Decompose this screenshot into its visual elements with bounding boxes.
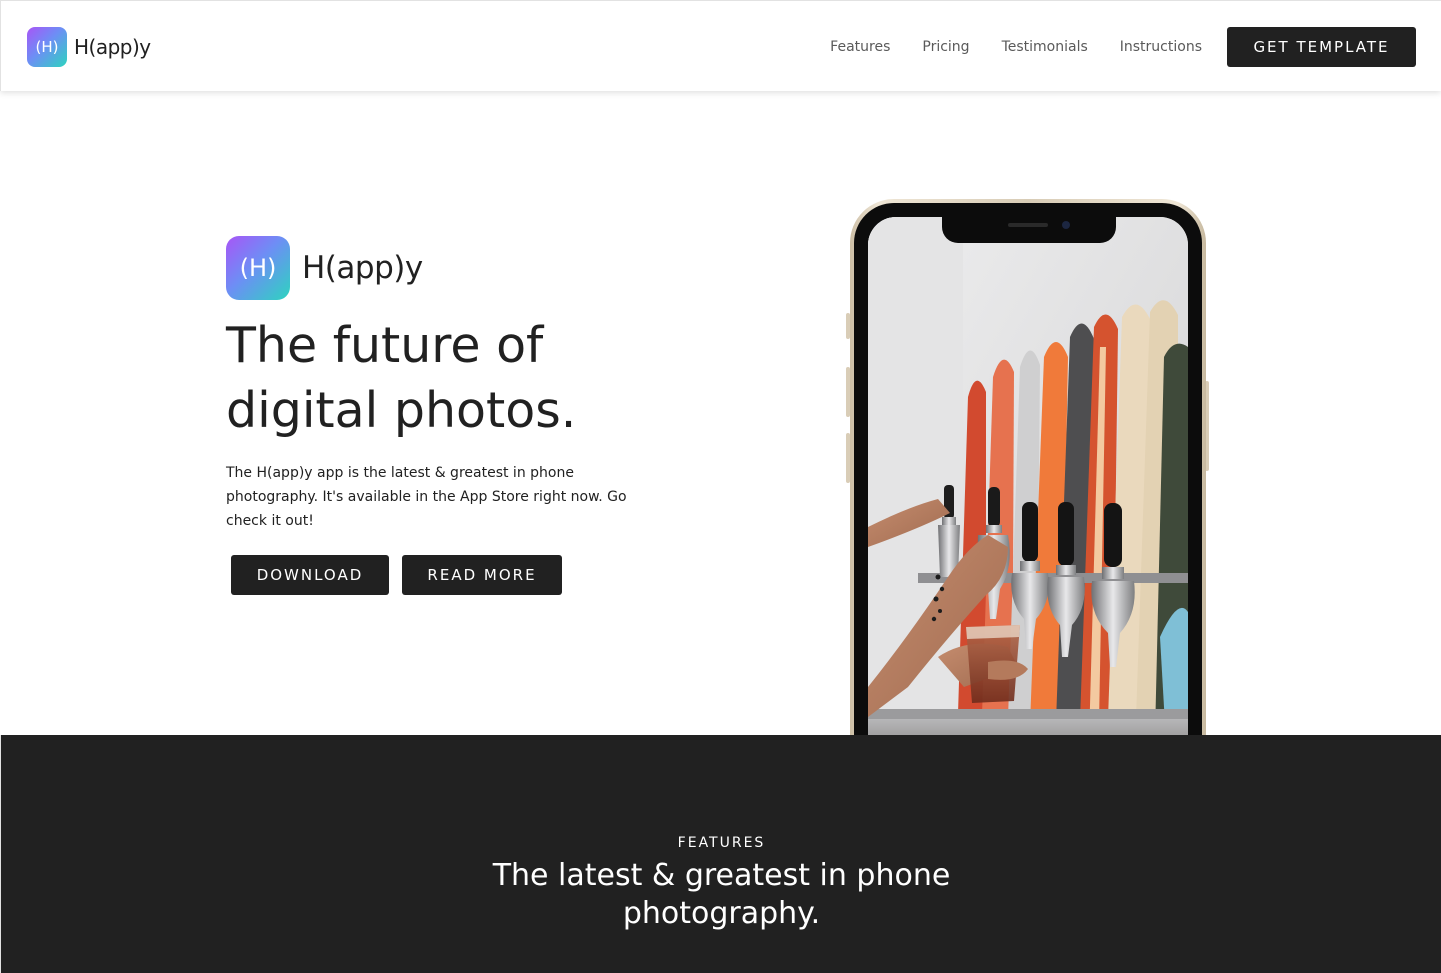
nav-link-features[interactable]: Features: [830, 39, 890, 55]
nav-links: Features Pricing Testimonials Instructio…: [830, 27, 1416, 67]
nav-logo[interactable]: (H) H(app)y: [27, 27, 151, 67]
phone-bezel: [854, 203, 1202, 735]
front-camera: [1062, 221, 1070, 229]
hero-brand-name: H(app)y: [302, 250, 423, 286]
hero-description: The H(app)y app is the latest & greatest…: [226, 465, 627, 529]
speaker-grille: [1008, 223, 1048, 227]
beer-taps-photo: [868, 217, 1188, 735]
nav-link-testimonials[interactable]: Testimonials: [1002, 39, 1088, 55]
nav-link-instructions[interactable]: Instructions: [1120, 39, 1202, 55]
hero-section: (H) H(app)y The future of digital photos…: [0, 91, 1441, 735]
hero-logo: (H) H(app)y: [226, 236, 423, 300]
read-more-button[interactable]: READ MORE: [402, 555, 562, 595]
features-title: The latest & greatest in phone photograp…: [492, 858, 951, 931]
nav-link-pricing[interactable]: Pricing: [922, 39, 969, 55]
navbar: (H) H(app)y Features Pricing Testimonial…: [0, 0, 1441, 91]
hero-app-icon: (H): [226, 236, 290, 300]
app-logo-icon: (H): [27, 27, 67, 67]
phone-notch: [942, 217, 1116, 243]
hero-title: The future of digital photos.: [226, 317, 577, 439]
features-eyebrow: FEATURES: [677, 835, 766, 851]
hero-app-icon-text: (H): [239, 254, 277, 282]
brand-name: H(app)y: [74, 35, 151, 59]
hero-buttons: DOWNLOAD READ MORE: [231, 555, 562, 595]
get-template-button[interactable]: GET TEMPLATE: [1227, 27, 1416, 67]
phone-mockup: [850, 199, 1206, 735]
app-logo-icon-text: (H): [35, 38, 59, 56]
download-button[interactable]: DOWNLOAD: [231, 555, 389, 595]
phone-screen: [868, 217, 1188, 735]
features-section: FEATURES The latest & greatest in phone …: [0, 735, 1441, 973]
